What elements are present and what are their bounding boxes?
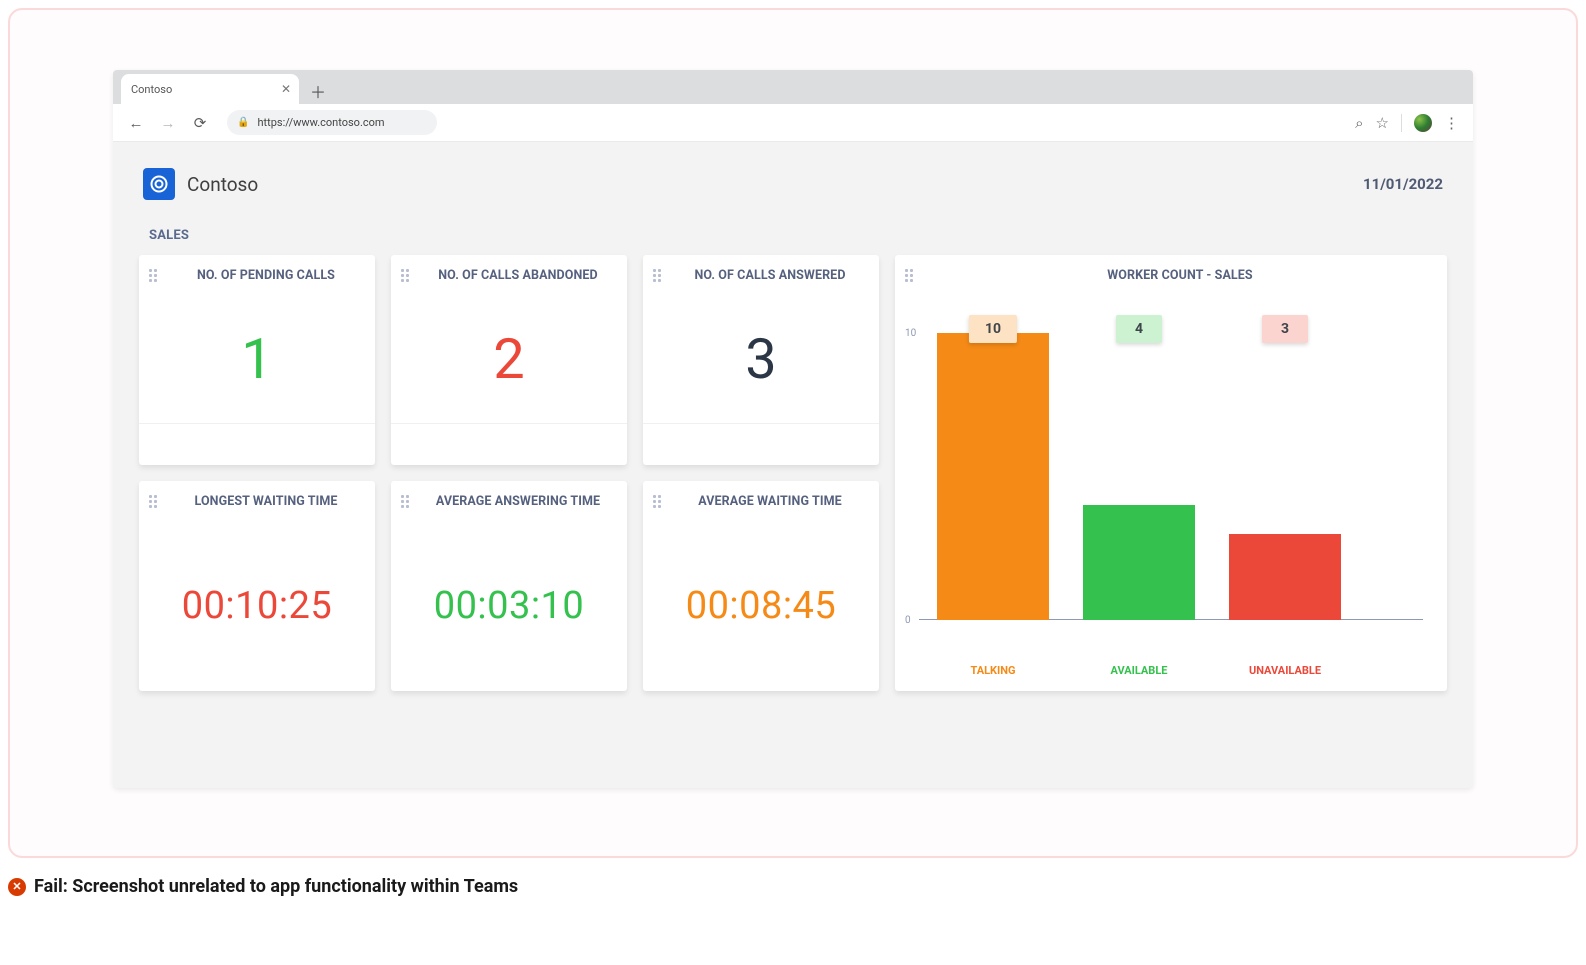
metric-card: LONGEST WAITING TIME 00:10:25: [139, 481, 375, 691]
chart-area: 1043 010 TALKINGAVAILABLEUNAVAILABLE: [895, 295, 1447, 691]
drag-handle-icon[interactable]: [149, 495, 157, 508]
url-text: https://www.contoso.com: [257, 116, 384, 129]
kebab-menu-icon[interactable]: ⋮: [1444, 114, 1459, 132]
profile-avatar[interactable]: [1414, 114, 1432, 132]
chart-plot: 1043 010: [919, 309, 1423, 650]
metric-card: NO. OF CALLS ANSWERED 3: [643, 255, 879, 465]
drag-handle-icon[interactable]: [653, 495, 661, 508]
separator: [1401, 114, 1402, 132]
bookmark-icon[interactable]: ☆: [1376, 114, 1389, 132]
metric-card: NO. OF PENDING CALLS 1: [139, 255, 375, 465]
card-grid: NO. OF PENDING CALLS 1 NO. OF CALLS ABANDO…: [137, 255, 1449, 691]
metric-card: NO. OF CALLS ABANDONED 2: [391, 255, 627, 465]
card-value: 00:10:25: [182, 584, 333, 628]
drag-handle-icon[interactable]: [653, 269, 661, 282]
metric-card: AVERAGE WAITING TIME 00:08:45: [643, 481, 879, 691]
drag-handle-icon[interactable]: [401, 495, 409, 508]
tab-strip: Contoso ✕ ＋: [113, 70, 1473, 104]
header-row: Contoso 11/01/2022: [137, 168, 1449, 200]
bar-label: 10: [969, 315, 1017, 343]
x-label: UNAVAILABLE: [1229, 664, 1341, 677]
chart-card: WORKER COUNT - SALES 1043 010 TALKINGAVA…: [895, 255, 1447, 691]
forward-button[interactable]: →: [159, 114, 177, 132]
card-value: 1: [241, 326, 272, 392]
card-title: NO. OF CALLS ANSWERED: [671, 268, 869, 283]
caption-text: Fail: Screenshot unrelated to app functi…: [34, 876, 518, 897]
card-value: 2: [493, 326, 524, 392]
header-date: 11/01/2022: [1363, 175, 1443, 193]
card-value: 3: [745, 326, 776, 392]
app-name: Contoso: [187, 173, 258, 196]
card-title: NO. OF PENDING CALLS: [167, 268, 365, 283]
card-footer: [139, 423, 375, 465]
bar: 3: [1229, 333, 1341, 620]
section-label: SALES: [149, 228, 1449, 243]
drag-handle-icon[interactable]: [401, 269, 409, 282]
bars: 1043: [937, 333, 1423, 620]
dashboard: Contoso 11/01/2022 SALES NO. OF PENDING …: [113, 142, 1473, 788]
card-footer: [643, 423, 879, 465]
x-label: TALKING: [937, 664, 1049, 677]
screenshot-frame: Contoso ✕ ＋ ← → ⟳ 🔒 https://www.contoso.…: [8, 8, 1578, 858]
card-footer: [391, 423, 627, 465]
drag-handle-icon[interactable]: [149, 269, 157, 282]
url-field[interactable]: 🔒 https://www.contoso.com: [227, 110, 437, 135]
new-tab-button[interactable]: ＋: [305, 78, 331, 104]
app-logo-icon: [143, 168, 175, 200]
metric-card: AVERAGE ANSWERING TIME 00:03:10: [391, 481, 627, 691]
bar: 4: [1083, 333, 1195, 620]
search-page-icon[interactable]: ⌕: [1355, 114, 1363, 132]
card-value: 00:08:45: [686, 584, 837, 628]
bar-fill: [937, 333, 1049, 620]
card-title: AVERAGE WAITING TIME: [671, 494, 869, 509]
brand: Contoso: [143, 168, 258, 200]
y-tick: 10: [905, 328, 916, 339]
bar-fill: [1229, 534, 1341, 620]
browser-right-icons: ⌕ ☆ ⋮: [1355, 114, 1459, 132]
back-button[interactable]: ←: [127, 114, 145, 132]
reload-button[interactable]: ⟳: [191, 114, 209, 132]
validation-caption: ✕ Fail: Screenshot unrelated to app func…: [8, 876, 518, 897]
chart-title: WORKER COUNT - SALES: [923, 268, 1437, 283]
x-label: AVAILABLE: [1083, 664, 1195, 677]
address-bar: ← → ⟳ 🔒 https://www.contoso.com ⌕ ☆ ⋮: [113, 104, 1473, 142]
card-title: LONGEST WAITING TIME: [167, 494, 365, 509]
card-value: 00:03:10: [434, 584, 585, 628]
x-axis-labels: TALKING AVAILABLE UNAVAILABLE: [919, 650, 1423, 691]
lock-icon: 🔒: [237, 117, 249, 128]
tab-title: Contoso: [131, 83, 172, 96]
browser-tab[interactable]: Contoso ✕: [121, 74, 299, 104]
browser-window: Contoso ✕ ＋ ← → ⟳ 🔒 https://www.contoso.…: [113, 70, 1473, 788]
y-tick: 0: [905, 615, 911, 626]
card-title: NO. OF CALLS ABANDONED: [419, 268, 617, 283]
fail-icon: ✕: [8, 878, 26, 896]
drag-handle-icon[interactable]: [905, 269, 913, 282]
bar-fill: [1083, 505, 1195, 620]
bar-label: 3: [1262, 315, 1308, 343]
card-title: AVERAGE ANSWERING TIME: [419, 494, 617, 509]
bar: 10: [937, 333, 1049, 620]
close-tab-icon[interactable]: ✕: [281, 82, 291, 96]
bar-label: 4: [1116, 315, 1162, 343]
